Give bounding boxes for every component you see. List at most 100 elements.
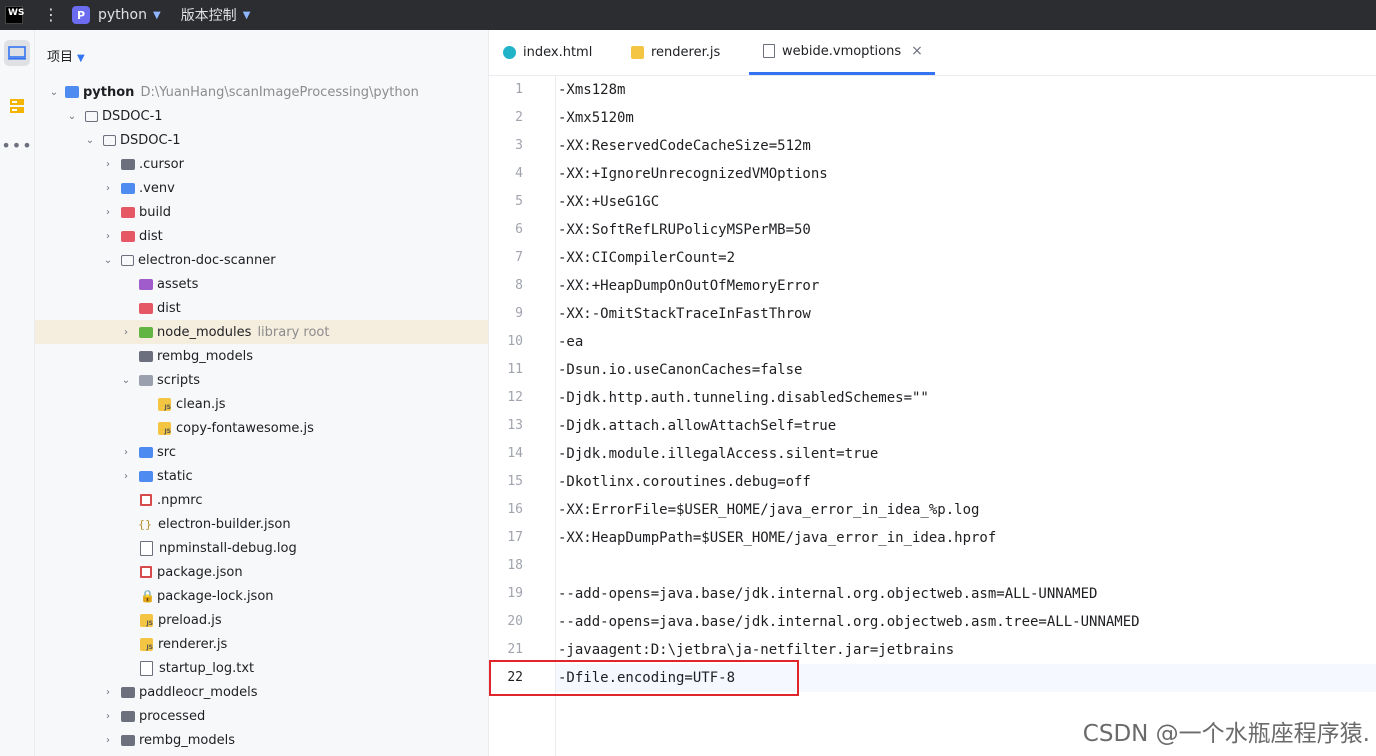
vcs-menu[interactable]: 版本控制: [181, 5, 237, 25]
main-menu-icon[interactable]: ⋮: [43, 7, 59, 23]
tool-window-strip: •••: [0, 30, 35, 756]
tab-index-html[interactable]: index.html: [503, 30, 592, 75]
title-bar: WS ⋮ P python ▼ 版本控制 ▼: [0, 0, 1376, 30]
tree-item-file[interactable]: npminstall-debug.log: [35, 536, 488, 560]
tree-item-folder[interactable]: dist: [35, 296, 488, 320]
annotation-highlight-box: [489, 660, 799, 696]
folder-open-icon: [139, 374, 153, 386]
webstorm-logo-icon[interactable]: WS: [5, 6, 24, 24]
tree-item-folder[interactable]: › .venv: [35, 176, 488, 200]
tree-item-project-root[interactable]: ⌄ python D:\YuanHang\scanImageProcessing…: [35, 80, 488, 104]
tab-webide-vmoptions[interactable]: webide.vmoptions ×: [749, 30, 935, 75]
chevron-right-icon[interactable]: ›: [101, 687, 115, 698]
code-line: --add-opens=java.base/jdk.internal.org.o…: [558, 614, 1140, 630]
excluded-folder-icon: [121, 206, 135, 218]
tree-item-file[interactable]: {} electron-builder.json: [35, 512, 488, 536]
chevron-right-icon[interactable]: ›: [101, 207, 115, 218]
line-number: 12: [507, 390, 523, 405]
tree-item-label: .cursor: [139, 156, 184, 172]
code-line: -Xmx5120m: [558, 110, 634, 126]
tree-item-folder[interactable]: › src: [35, 440, 488, 464]
tree-item-file[interactable]: JS preload.js: [35, 608, 488, 632]
code-line: -XX:-OmitStackTraceInFastThrow: [558, 306, 811, 322]
line-number: 1: [515, 82, 523, 97]
tree-item-file[interactable]: startup_log.txt: [35, 656, 488, 680]
chevron-right-icon[interactable]: ›: [101, 183, 115, 194]
chevron-down-icon[interactable]: ⌄: [47, 87, 61, 98]
js-file-icon: JS: [140, 637, 153, 651]
tree-item-file[interactable]: JS copy-fontawesome.js: [35, 416, 488, 440]
tree-item-folder[interactable]: ⌄ electron-doc-scanner: [35, 248, 488, 272]
line-number: 10: [507, 334, 523, 349]
line-number: 11: [507, 362, 523, 377]
project-panel: 项目 ▼ ⌄ python D:\YuanHang\scanImageProces…: [35, 30, 488, 756]
project-tool-icon[interactable]: [4, 40, 30, 66]
tree-item-folder[interactable]: › rembg_models: [35, 728, 488, 752]
tree-item-folder[interactable]: ⌄ DSDOC-1: [35, 128, 488, 152]
tree-item-label: electron-builder.json: [158, 516, 291, 532]
tree-item-label: package.json: [157, 564, 243, 580]
more-tools-icon[interactable]: •••: [1, 132, 31, 158]
tree-item-folder[interactable]: assets: [35, 272, 488, 296]
tree-item-label: src: [157, 444, 176, 460]
line-number: 9: [515, 306, 523, 321]
code-editor[interactable]: -Xms128m -Xmx5120m -XX:ReservedCodeCacheSi…: [556, 76, 1376, 756]
code-line: -XX:HeapDumpPath=$USER_HOME/java_error_i…: [558, 530, 997, 546]
chevron-down-icon[interactable]: ⌄: [83, 135, 97, 146]
source-folder-icon: [139, 446, 153, 458]
tree-item-folder[interactable]: › processed: [35, 704, 488, 728]
tree-item-label: copy-fontawesome.js: [176, 420, 314, 436]
tree-item-label: build: [139, 204, 171, 220]
chevron-right-icon[interactable]: ›: [119, 327, 133, 338]
line-number: 5: [515, 194, 523, 209]
chevron-right-icon[interactable]: ›: [101, 735, 115, 746]
chevron-down-icon[interactable]: ⌄: [101, 255, 115, 266]
tree-item-folder[interactable]: › paddleocr_models: [35, 680, 488, 704]
tree-item-folder[interactable]: › .cursor: [35, 152, 488, 176]
code-line: -XX:+HeapDumpOnOutOfMemoryError: [558, 278, 820, 294]
chevron-down-icon[interactable]: ▼: [153, 10, 161, 21]
tree-item-label: rembg_models: [157, 348, 253, 364]
tree-item-folder[interactable]: rembg_models: [35, 344, 488, 368]
chevron-down-icon[interactable]: ▼: [243, 10, 251, 21]
chevron-down-icon[interactable]: ⌄: [65, 111, 79, 122]
tree-item-file[interactable]: JS renderer.js: [35, 632, 488, 656]
project-badge-icon[interactable]: P: [72, 6, 90, 24]
panel-header[interactable]: 项目 ▼: [47, 46, 85, 65]
tree-item-folder[interactable]: › dist: [35, 224, 488, 248]
tree-item-path: D:\YuanHang\scanImageProcessing\python: [140, 84, 419, 100]
tree-item-folder[interactable]: › static: [35, 464, 488, 488]
tree-item-folder[interactable]: ⌄ DSDOC-1: [35, 104, 488, 128]
tree-item-file[interactable]: JS clean.js: [35, 392, 488, 416]
tab-label: renderer.js: [651, 45, 721, 60]
structure-tool-icon[interactable]: [4, 93, 30, 119]
folder-icon: [139, 350, 153, 362]
tree-item-label: DSDOC-1: [120, 132, 181, 148]
tree-item-label: processed: [139, 708, 206, 724]
tree-item-file[interactable]: 🔒 package-lock.json: [35, 584, 488, 608]
folder-icon: [121, 710, 135, 722]
chevron-right-icon[interactable]: ›: [119, 471, 133, 482]
line-number: 14: [507, 446, 523, 461]
chevron-right-icon[interactable]: ›: [101, 711, 115, 722]
tree-item-label: .npmrc: [157, 492, 203, 508]
tree-item-file[interactable]: .npmrc: [35, 488, 488, 512]
tree-item-folder[interactable]: ⌄ scripts: [35, 368, 488, 392]
chevron-down-icon[interactable]: ▼: [77, 53, 85, 64]
text-file-icon: [140, 540, 153, 556]
project-switcher[interactable]: python: [98, 7, 147, 23]
watermark: CSDN @一个水瓶座程序猿.: [1082, 721, 1370, 747]
chevron-down-icon[interactable]: ⌄: [119, 375, 133, 386]
chevron-right-icon[interactable]: ›: [101, 231, 115, 242]
chevron-right-icon[interactable]: ›: [101, 159, 115, 170]
folder-open-icon: [103, 134, 116, 146]
tree-item-file[interactable]: package.json: [35, 560, 488, 584]
code-line: -Xms128m: [558, 82, 626, 98]
chevron-right-icon[interactable]: ›: [119, 447, 133, 458]
tree-item-folder-selected[interactable]: › node_modules library root: [35, 320, 488, 344]
code-line: -ea: [558, 334, 584, 350]
close-icon[interactable]: ×: [911, 43, 923, 59]
tree-item-folder[interactable]: › build: [35, 200, 488, 224]
tab-renderer-js[interactable]: renderer.js: [631, 30, 720, 75]
tree-item-label: paddleocr_models: [139, 684, 258, 700]
